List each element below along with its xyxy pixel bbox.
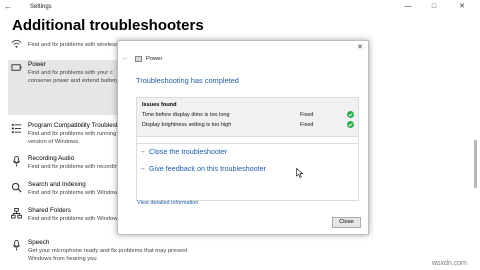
issue-status: Fixed <box>300 112 314 118</box>
app-title: Settings <box>30 4 52 10</box>
troubleshooter-description: Find and fix problems with Windows <box>28 216 121 222</box>
program-compat-icon <box>11 123 22 134</box>
view-detailed-information-link[interactable]: View detailed information <box>137 200 198 207</box>
troubleshooter-title: Power <box>28 61 46 68</box>
troubleshooter-description-line1: Get your microphone ready and fix proble… <box>28 248 188 254</box>
troubleshooter-description-line2: version of Windows. <box>28 139 80 145</box>
issue-row: Display brightness setting is too high F… <box>137 121 358 130</box>
issue-text: Display brightness setting is too high <box>142 122 232 128</box>
issue-text: Time before display dims is too long <box>142 112 230 118</box>
power-app-icon <box>135 56 142 62</box>
check-icon <box>347 111 354 118</box>
troubleshooter-description: Find and fix problems with Windows <box>28 190 121 196</box>
power-icon <box>11 64 22 71</box>
troubleshooter-title: Search and Indexing <box>28 181 86 188</box>
troubleshooter-title: Speech <box>28 239 50 246</box>
troubleshooter-title: Shared Folders <box>28 207 72 214</box>
troubleshooter-speech[interactable]: Speech Get your microphone ready and fix… <box>8 238 218 268</box>
speech-icon <box>12 240 21 251</box>
shared-folders-icon <box>11 208 22 219</box>
troubleshooter-description-line1: Find and fix problems with running <box>28 131 117 137</box>
arrow-right-icon: → <box>139 165 146 172</box>
troubleshooter-dialog: ✕ ← Power Troubleshooting has completed … <box>117 40 369 235</box>
troubleshooter-title: Recording Audio <box>28 155 75 162</box>
watermark: wsxdn.com <box>432 260 468 267</box>
page-title: Additional troubleshooters <box>12 17 204 34</box>
issues-label: Issues found <box>142 102 177 108</box>
troubleshooter-description: Find and fix problems with wireless <box>28 42 118 48</box>
dialog-heading: Troubleshooting has completed <box>136 76 239 85</box>
troubleshooter-description-line2: conserve power and extend battery <box>28 78 119 84</box>
dialog-close-icon[interactable]: ✕ <box>357 43 363 52</box>
give-feedback-label: Give feedback on this troubleshooter <box>149 164 267 173</box>
minimize-button[interactable]: — <box>398 2 418 12</box>
search-icon <box>11 182 22 193</box>
dialog-back-arrow-icon[interactable]: ← <box>122 54 129 63</box>
network-adapter-icon <box>11 39 22 48</box>
mouse-cursor-icon <box>296 168 304 178</box>
arrow-right-icon: → <box>139 148 146 155</box>
scrollbar[interactable] <box>474 140 477 188</box>
close-window-button[interactable]: ✕ <box>452 2 472 12</box>
troubleshooter-title: Program Compatibility Troublesho <box>28 122 123 129</box>
settings-titlebar: ← Settings — □ ✕ <box>0 0 480 14</box>
issue-row: Time before display dims is too long Fix… <box>137 111 358 120</box>
close-troubleshooter-link[interactable]: → Close the troubleshooter <box>136 143 359 161</box>
issues-section: Issues found Time before display dims is… <box>137 98 358 137</box>
troubleshooter-description-line1: Find and fix problems with your c <box>28 70 113 76</box>
maximize-button[interactable]: □ <box>424 2 444 12</box>
troubleshooter-description-line2: Windows from hearing you <box>28 256 97 262</box>
close-button[interactable]: Close <box>332 217 361 228</box>
issue-status: Fixed <box>300 122 314 128</box>
give-feedback-link[interactable]: → Give feedback on this troubleshooter <box>136 161 359 179</box>
close-troubleshooter-label: Close the troubleshooter <box>149 147 228 156</box>
dialog-app-title: Power <box>146 56 163 62</box>
microphone-icon <box>12 156 21 167</box>
troubleshooter-description: Find and fix problems with recording <box>28 164 122 170</box>
check-icon <box>347 121 354 128</box>
back-arrow-icon[interactable]: ← <box>4 2 12 12</box>
